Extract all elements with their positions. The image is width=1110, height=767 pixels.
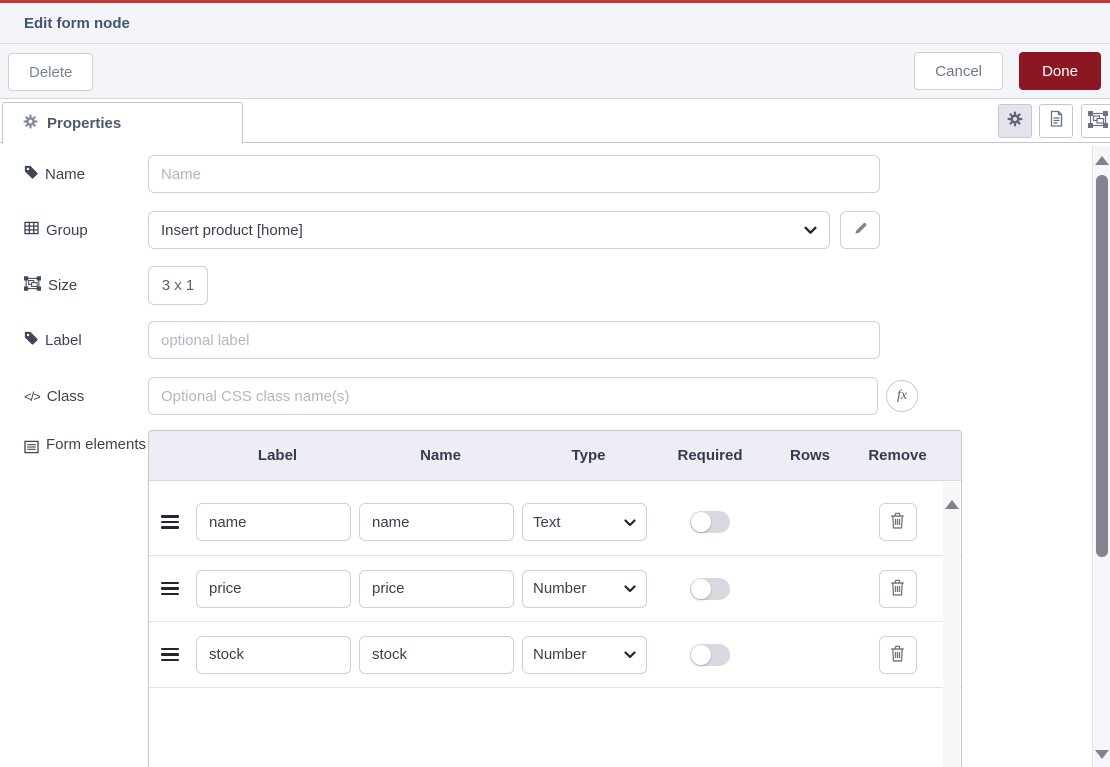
fx-icon: fx	[897, 388, 907, 404]
table-scrollbar[interactable]	[943, 482, 960, 767]
dialog-scrollbar[interactable]	[1092, 146, 1110, 767]
tag-icon	[24, 165, 38, 183]
column-header-name: Name	[359, 447, 522, 464]
element-name-input[interactable]	[359, 636, 514, 674]
properties-tab-button[interactable]	[998, 104, 1032, 138]
scrollbar-thumb[interactable]	[1096, 175, 1108, 557]
group-select[interactable]: Insert product [home]	[148, 211, 830, 249]
edit-group-button[interactable]	[840, 211, 880, 249]
element-name-input[interactable]	[359, 570, 514, 608]
table-icon	[24, 221, 39, 239]
done-button[interactable]: Done	[1019, 52, 1101, 90]
form-element-row: Text	[149, 489, 961, 555]
element-type-select[interactable]: Number	[522, 570, 647, 608]
tab-properties[interactable]: Properties	[2, 102, 243, 144]
form-elements-header: Label Name Type Required Rows Remove	[149, 431, 961, 481]
form-element-row: Number	[149, 621, 961, 687]
name-input[interactable]	[148, 155, 880, 193]
chevron-down-icon	[624, 580, 636, 597]
required-toggle[interactable]	[690, 511, 730, 533]
tag-icon	[24, 331, 38, 349]
name-field-label: Name	[0, 165, 148, 183]
trash-icon	[890, 579, 905, 599]
remove-row-button[interactable]	[879, 636, 917, 674]
label-field-label: Label	[0, 331, 148, 349]
required-toggle[interactable]	[690, 578, 730, 600]
form-elements-body: Text Number	[149, 481, 961, 767]
code-icon: </>	[24, 389, 40, 404]
element-label-input[interactable]	[196, 636, 351, 674]
delete-button[interactable]: Delete	[8, 53, 93, 91]
appearance-tab-button[interactable]	[1081, 104, 1110, 138]
column-header-rows: Rows	[765, 447, 855, 464]
cancel-button[interactable]: Cancel	[914, 52, 1003, 90]
chevron-down-icon	[624, 514, 636, 531]
form-element-row: Number	[149, 555, 961, 621]
chevron-down-icon	[804, 222, 817, 239]
drag-handle-icon[interactable]	[161, 515, 179, 529]
chevron-down-icon	[624, 646, 636, 663]
scroll-down-arrow-icon[interactable]	[1095, 750, 1109, 759]
properties-panel: Name Group Insert product [home]	[0, 146, 1092, 767]
trash-icon	[890, 512, 905, 532]
remove-row-button[interactable]	[879, 503, 917, 541]
element-name-input[interactable]	[359, 503, 514, 541]
element-label-input[interactable]	[196, 503, 351, 541]
drag-handle-icon[interactable]	[161, 648, 179, 662]
label-input[interactable]	[148, 321, 880, 359]
remove-row-button[interactable]	[879, 570, 917, 608]
size-button[interactable]: 3 x 1	[148, 266, 208, 305]
form-elements-table: Label Name Type Required Rows Remove Tex…	[148, 430, 962, 767]
size-field-label: Size	[0, 276, 148, 295]
trash-icon	[890, 645, 905, 665]
class-input[interactable]	[148, 377, 878, 415]
gear-icon	[1007, 111, 1023, 131]
table-empty-area	[149, 687, 961, 767]
column-header-required: Required	[655, 447, 765, 464]
element-type-select[interactable]: Number	[522, 636, 647, 674]
appearance-icon	[1088, 111, 1108, 132]
dialog-header: Edit form node	[0, 3, 1110, 44]
gear-icon	[23, 114, 38, 133]
form-elements-field-label: Form elements	[0, 432, 148, 462]
scroll-up-arrow-icon[interactable]	[1095, 156, 1109, 165]
drag-handle-icon[interactable]	[161, 582, 179, 596]
element-label-input[interactable]	[196, 570, 351, 608]
expression-button[interactable]: fx	[886, 380, 918, 412]
document-icon	[1048, 110, 1064, 132]
dialog-title: Edit form node	[24, 15, 130, 32]
column-header-label: Label	[196, 447, 359, 464]
dialog-toolbar: Delete Cancel Done	[0, 44, 1110, 99]
column-header-type: Type	[522, 447, 655, 464]
group-field-label: Group	[0, 221, 148, 239]
column-header-remove: Remove	[855, 447, 940, 464]
tab-bar: Properties	[0, 99, 1110, 143]
class-field-label: </> Class	[0, 388, 148, 405]
element-type-select[interactable]: Text	[522, 503, 647, 541]
object-group-icon	[24, 276, 41, 295]
tab-properties-label: Properties	[47, 115, 121, 132]
scroll-up-arrow-icon[interactable]	[945, 500, 959, 509]
list-icon	[24, 432, 39, 462]
pencil-icon	[853, 221, 868, 239]
required-toggle[interactable]	[690, 644, 730, 666]
description-tab-button[interactable]	[1039, 104, 1073, 138]
